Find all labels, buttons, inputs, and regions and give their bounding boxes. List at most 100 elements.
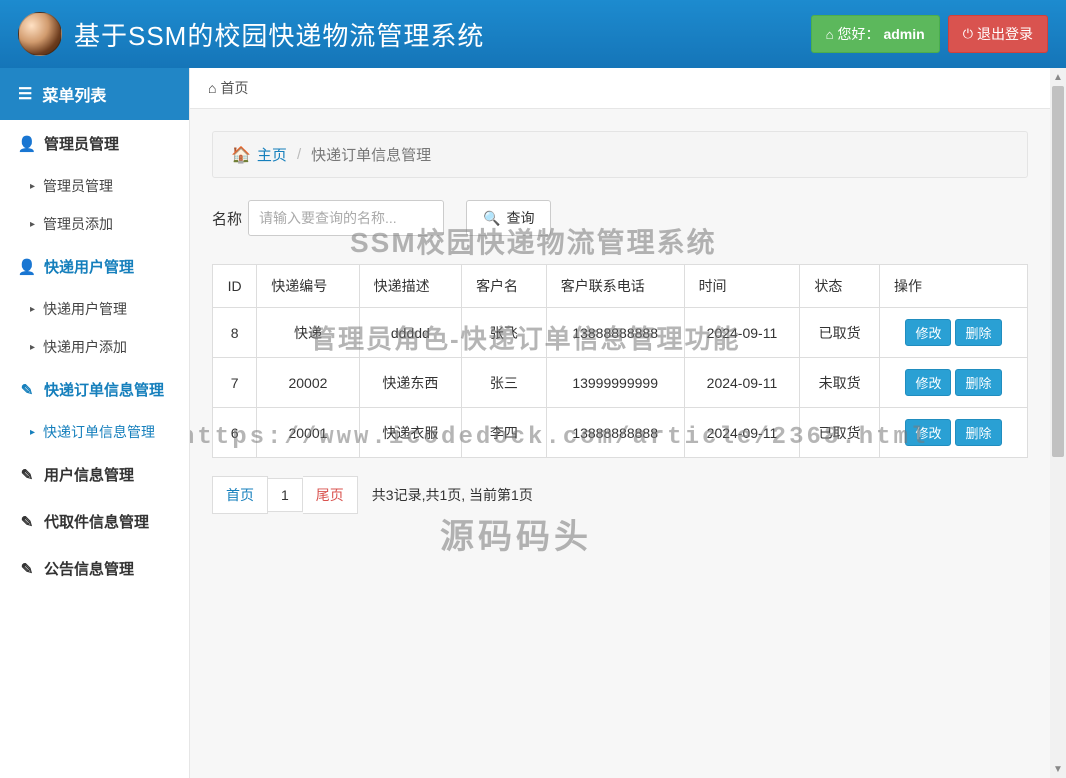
table-header-row: ID 快递编号 快递描述 客户名 客户联系电话 时间 状态 操作	[213, 265, 1028, 308]
sidebar-group-admin[interactable]: 👤 管理员管理	[0, 120, 189, 167]
logout-button[interactable]: ⏻ 退出登录	[948, 15, 1048, 53]
watermark: 源码码头	[440, 509, 592, 558]
cell-phone: 13999999999	[546, 358, 684, 408]
edit-button[interactable]: 修改	[905, 319, 951, 346]
sidebar-group-label: 代取件信息管理	[44, 511, 149, 532]
breadcrumb-label: 首页	[220, 80, 248, 96]
list-icon: ☰	[18, 84, 32, 104]
delete-button[interactable]: 删除	[955, 419, 1001, 446]
delete-button[interactable]: 删除	[955, 319, 1001, 346]
user-icon: 👤	[18, 258, 36, 276]
th-id: ID	[213, 265, 257, 308]
cell-code: 20001	[257, 408, 359, 458]
cell-time: 2024-09-11	[684, 408, 800, 458]
vertical-scrollbar[interactable]: ▲ ▼	[1050, 68, 1066, 778]
th-desc: 快递描述	[359, 265, 461, 308]
sidebar-item-admin-add[interactable]: ▸ 管理员添加	[0, 205, 189, 243]
page-current[interactable]: 1	[268, 478, 303, 512]
sidebar-header: ☰ 菜单列表	[0, 68, 189, 120]
greeting-button[interactable]: ⌂ 您好： admin	[811, 15, 940, 53]
logout-label: 退出登录	[977, 24, 1033, 44]
th-time: 时间	[684, 265, 800, 308]
scroll-up-icon[interactable]: ▲	[1050, 68, 1066, 86]
sidebar-group-label: 快递订单信息管理	[44, 379, 164, 400]
scroll-track[interactable]	[1050, 86, 1066, 760]
breadcrumb-home-link[interactable]: 主页	[257, 144, 287, 165]
scroll-thumb[interactable]	[1052, 86, 1064, 457]
home-icon: ⌂	[826, 27, 834, 42]
scroll-down-icon[interactable]: ▼	[1050, 760, 1066, 778]
cell-code: 20002	[257, 358, 359, 408]
edit-icon: ✎	[18, 513, 36, 531]
cell-cust: 张三	[462, 358, 547, 408]
top-breadcrumb: ⌂首页	[190, 68, 1050, 109]
edit-icon: ✎	[18, 560, 36, 578]
edit-icon: ✎	[18, 381, 36, 399]
sidebar-group-user-info[interactable]: ✎ 用户信息管理	[0, 451, 189, 498]
th-status: 状态	[800, 265, 880, 308]
page-info: 共3记录,共1页, 当前第1页	[372, 485, 533, 505]
breadcrumb-separator: /	[297, 146, 301, 163]
sidebar-group-order[interactable]: ✎ 快递订单信息管理	[0, 366, 189, 413]
sidebar-title: 菜单列表	[42, 82, 106, 106]
cell-phone: 13888888888	[546, 308, 684, 358]
sidebar-group-label: 用户信息管理	[44, 464, 134, 485]
sidebar-group-notice[interactable]: ✎ 公告信息管理	[0, 545, 189, 592]
caret-right-icon: ▸	[30, 342, 35, 353]
sidebar-item-courier-user-manage[interactable]: ▸ 快递用户管理	[0, 290, 189, 328]
delete-button[interactable]: 删除	[955, 369, 1001, 396]
search-button-label: 查询	[506, 208, 534, 228]
user-icon: 👤	[18, 135, 36, 153]
content-area: 🏠 主页 / 快递订单信息管理 名称 🔍 查询 ID 快递编号 快	[190, 109, 1050, 778]
order-table: ID 快递编号 快递描述 客户名 客户联系电话 时间 状态 操作 8快递dddd…	[212, 264, 1028, 458]
search-button[interactable]: 🔍 查询	[466, 200, 551, 236]
cell-status: 已取货	[800, 308, 880, 358]
table-row: 8快递ddddd张飞138888888882024-09-11已取货修改删除	[213, 308, 1028, 358]
edit-icon: ✎	[18, 466, 36, 484]
breadcrumb: 🏠 主页 / 快递订单信息管理	[212, 131, 1028, 178]
cell-id: 8	[213, 308, 257, 358]
pagination: 首页 1 尾页 共3记录,共1页, 当前第1页	[212, 476, 1028, 514]
sidebar-item-label: 快递订单信息管理	[43, 422, 155, 442]
cell-op: 修改删除	[879, 408, 1027, 458]
power-icon: ⏻	[963, 26, 973, 42]
sidebar-group-courier-user[interactable]: 👤 快递用户管理	[0, 243, 189, 290]
main-panel: ⌂首页 🏠 主页 / 快递订单信息管理 名称 🔍 查询 ID	[190, 68, 1050, 778]
app-title: 基于SSM的校园快递物流管理系统	[74, 16, 484, 53]
sidebar-item-admin-manage[interactable]: ▸ 管理员管理	[0, 167, 189, 205]
th-code: 快递编号	[257, 265, 359, 308]
sidebar-item-label: 管理员添加	[43, 214, 113, 234]
username: admin	[883, 26, 924, 42]
sidebar-group-pickup[interactable]: ✎ 代取件信息管理	[0, 498, 189, 545]
cell-time: 2024-09-11	[684, 308, 800, 358]
search-label: 名称	[212, 208, 242, 229]
cell-time: 2024-09-11	[684, 358, 800, 408]
sidebar-item-courier-user-add[interactable]: ▸ 快递用户添加	[0, 328, 189, 366]
table-row: 720002快递东西张三139999999992024-09-11未取货修改删除	[213, 358, 1028, 408]
cell-status: 未取货	[800, 358, 880, 408]
cell-id: 7	[213, 358, 257, 408]
edit-button[interactable]: 修改	[905, 419, 951, 446]
search-row: 名称 🔍 查询	[212, 200, 1028, 236]
th-op: 操作	[879, 265, 1027, 308]
cell-cust: 张飞	[462, 308, 547, 358]
caret-right-icon: ▸	[30, 427, 35, 438]
cell-desc: ddddd	[359, 308, 461, 358]
edit-button[interactable]: 修改	[905, 369, 951, 396]
table-row: 620001快递衣服李四138888888882024-09-11已取货修改删除	[213, 408, 1028, 458]
cell-op: 修改删除	[879, 358, 1027, 408]
page-last[interactable]: 尾页	[303, 476, 358, 514]
cell-desc: 快递东西	[359, 358, 461, 408]
sidebar-item-order-manage[interactable]: ▸ 快递订单信息管理	[0, 413, 189, 451]
sidebar-group-label: 快递用户管理	[44, 256, 134, 277]
sidebar: ☰ 菜单列表 👤 管理员管理 ▸ 管理员管理 ▸ 管理员添加 👤 快递用户管理 …	[0, 68, 190, 778]
cell-cust: 李四	[462, 408, 547, 458]
search-input[interactable]	[248, 200, 444, 236]
home-icon: 🏠	[231, 145, 251, 165]
th-phone: 客户联系电话	[546, 265, 684, 308]
page-first[interactable]: 首页	[212, 476, 268, 514]
caret-right-icon: ▸	[30, 304, 35, 315]
sidebar-group-label: 公告信息管理	[44, 558, 134, 579]
home-icon: ⌂	[208, 80, 216, 96]
avatar	[18, 12, 62, 56]
